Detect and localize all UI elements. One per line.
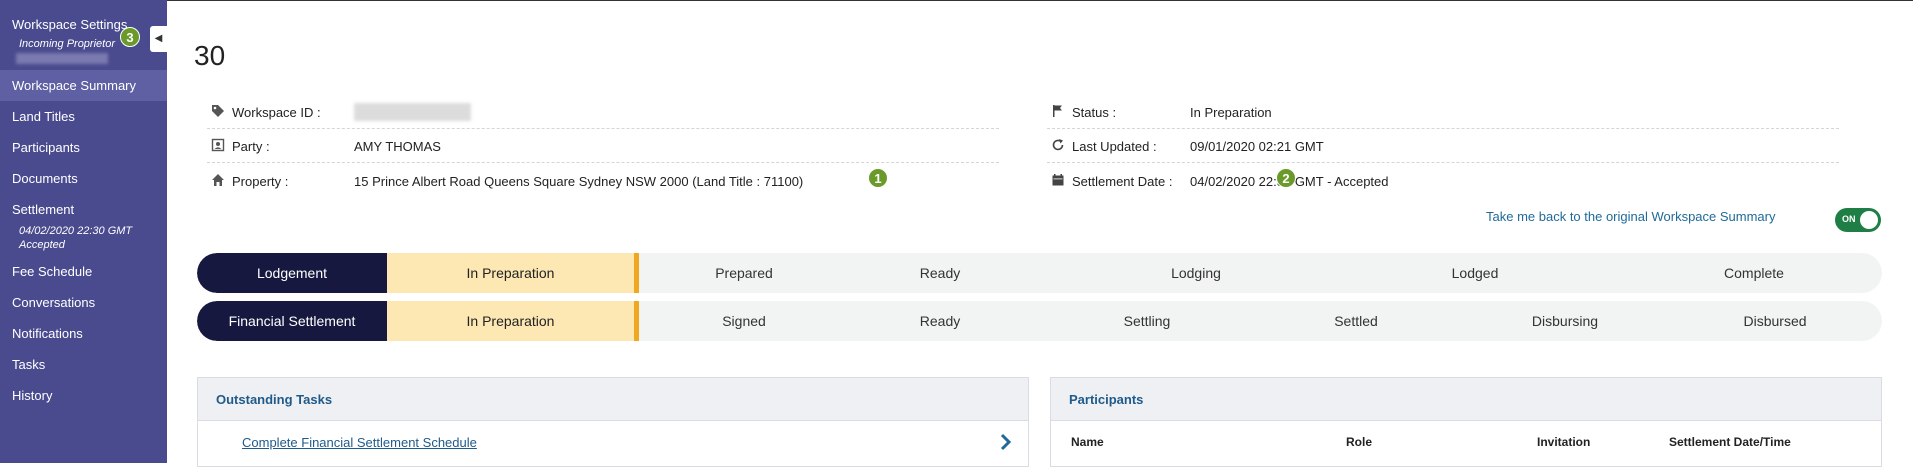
column-header-invitation: Invitation	[1537, 435, 1591, 449]
participants-title: Participants	[1051, 378, 1881, 421]
sidebar-nav: Workspace Summary Land Titles Participan…	[0, 70, 167, 411]
lodgement-step-lodged: Lodged	[1451, 265, 1499, 281]
property-label: Property :	[232, 174, 289, 189]
column-header-settlement-date-time: Settlement Date/Time	[1669, 435, 1791, 449]
financial-step-settled: Settled	[1334, 313, 1378, 329]
workspace-id-value	[354, 102, 471, 121]
financial-stage-label: Financial Settlement	[197, 301, 387, 341]
financial-step-disbursing: Disbursing	[1531, 313, 1599, 329]
property-value: 15 Prince Albert Road Queens Square Sydn…	[354, 174, 804, 189]
last-updated-row: Last Updated : 09/01/2020 02:21 GMT	[1047, 129, 1839, 163]
redacted-name	[16, 53, 108, 64]
settlement-status-sub: Accepted	[19, 239, 65, 251]
outstanding-tasks-panel: Outstanding Tasks Complete Financial Set…	[197, 377, 1029, 467]
sidebar-item-conversations[interactable]: Conversations	[0, 287, 167, 318]
property-row: Property : 15 Prince Albert Road Queens …	[207, 164, 999, 198]
outstanding-tasks-title: Outstanding Tasks	[198, 378, 1028, 421]
financial-step-ready: Ready	[919, 313, 961, 329]
lodgement-step-lodging: Lodging	[1171, 265, 1221, 281]
chevron-right-icon[interactable]	[1000, 433, 1012, 457]
workspace-id-label: Workspace ID :	[232, 105, 321, 120]
lodgement-stage-label: Lodgement	[197, 253, 387, 293]
summary-toggle[interactable]: ON	[1835, 208, 1881, 232]
financial-step-settling: Settling	[1123, 313, 1171, 329]
last-updated-value: 09/01/2020 02:21 GMT	[1190, 139, 1324, 154]
refresh-icon	[1050, 138, 1066, 154]
financial-step-disbursed: Disbursed	[1743, 313, 1807, 329]
party-value: AMY THOMAS	[354, 139, 441, 154]
lodgement-current-stage: In Preparation	[387, 253, 639, 293]
sidebar-item-notifications[interactable]: Notifications	[0, 318, 167, 349]
flag-icon	[1050, 104, 1066, 120]
id-badge-icon	[210, 138, 226, 154]
sidebar-header: Workspace Settings Incoming Proprietor 3	[0, 0, 152, 66]
callout-badge-2: 2	[1276, 168, 1296, 188]
collapse-sidebar-button[interactable]: ◀	[150, 26, 167, 52]
lodgement-progress-bar: Lodgement In Preparation Prepared Ready …	[197, 253, 1882, 293]
home-icon	[210, 173, 226, 189]
settlement-date-label: Settlement Date :	[1072, 174, 1173, 189]
task-link-complete-schedule[interactable]: Complete Financial Settlement Schedule	[242, 435, 477, 450]
status-label: Status :	[1072, 105, 1117, 120]
tag-icon	[210, 104, 226, 120]
sidebar-item-documents[interactable]: Documents	[0, 163, 167, 194]
sidebar-item-land-titles[interactable]: Land Titles	[0, 101, 167, 132]
sidebar: Workspace Settings Incoming Proprietor 3…	[0, 0, 167, 463]
lodgement-step-ready: Ready	[919, 265, 961, 281]
workspace-settings-title[interactable]: Workspace Settings	[12, 17, 127, 32]
role-subtitle: Incoming Proprietor	[19, 38, 115, 50]
financial-step-signed: Signed	[722, 313, 766, 329]
financial-settlement-progress-bar: Financial Settlement In Preparation Sign…	[197, 301, 1882, 341]
workspace-id-row: Workspace ID :	[207, 95, 999, 129]
chevron-left-icon: ◀	[154, 33, 163, 44]
callout-badge-1: 1	[868, 168, 888, 188]
status-value: In Preparation	[1190, 105, 1272, 120]
workspace-number: 30	[194, 40, 226, 71]
party-label: Party :	[232, 139, 270, 154]
main-content: 30 Workspace ID : Party : AMY THOMAS Pro…	[167, 0, 1913, 467]
sidebar-item-settlement-label: Settlement	[12, 202, 75, 217]
sidebar-item-fee-schedule[interactable]: Fee Schedule	[0, 256, 167, 287]
toggle-knob	[1860, 211, 1878, 229]
callout-badge-3: 3	[120, 27, 140, 47]
participants-panel: Participants Name Role Invitation Settle…	[1050, 377, 1882, 467]
last-updated-label: Last Updated :	[1072, 139, 1157, 154]
sidebar-item-settlement[interactable]: Settlement 04/02/2020 22:30 GMT Accepted	[0, 194, 167, 256]
calendar-icon	[1050, 173, 1066, 189]
sidebar-item-workspace-summary[interactable]: Workspace Summary	[0, 70, 167, 101]
column-header-name: Name	[1071, 435, 1104, 449]
sidebar-item-history[interactable]: History	[0, 380, 167, 411]
back-to-original-summary-link[interactable]: Take me back to the original Workspace S…	[1486, 209, 1776, 224]
sidebar-item-tasks[interactable]: Tasks	[0, 349, 167, 380]
financial-current-stage: In Preparation	[387, 301, 639, 341]
sidebar-item-participants[interactable]: Participants	[0, 132, 167, 163]
toggle-label: ON	[1842, 214, 1856, 224]
status-row: Status : In Preparation	[1047, 95, 1839, 129]
lodgement-step-prepared: Prepared	[715, 265, 773, 281]
party-row: Party : AMY THOMAS	[207, 129, 999, 163]
lodgement-step-complete: Complete	[1724, 265, 1784, 281]
settlement-date-row: Settlement Date : 04/02/2020 22:30 GMT -…	[1047, 164, 1839, 198]
column-header-role: Role	[1346, 435, 1373, 449]
settlement-date-sub: 04/02/2020 22:30 GMT	[19, 225, 133, 237]
